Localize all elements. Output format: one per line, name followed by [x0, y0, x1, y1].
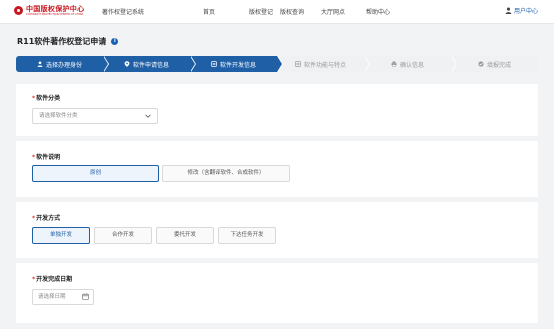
page-title-row: R11软件著作权登记申请 i — [17, 36, 119, 47]
option-assigned-task-dev[interactable]: 下达任务开发 — [218, 227, 276, 244]
option-independent-dev[interactable]: 单独开发 — [32, 227, 90, 244]
completion-date-input[interactable]: 请选择日期 — [32, 289, 94, 305]
step-label: 软件功能与特点 — [303, 61, 346, 69]
nav-home[interactable]: 首页 — [203, 7, 215, 16]
progress-steps: 选择办理身份 软件申请信息 软件开发信息 软件功能与特点 确认信息 填报完成 — [16, 56, 538, 72]
logo[interactable]: 中国版权保护中心 COPYRIGHT PROTECTION CENTER OF … — [14, 5, 84, 16]
nav-help-center[interactable]: 帮助中心 — [366, 7, 390, 16]
logo-chinese-text: 中国版权保护中心 — [26, 4, 85, 13]
chevron-down-icon — [145, 114, 151, 118]
option-cooperative-dev[interactable]: 合作开发 — [94, 227, 152, 244]
logo-english-text: COPYRIGHT PROTECTION CENTER OF CHINA — [26, 13, 84, 16]
step-label: 选择办理身份 — [45, 61, 82, 69]
step-select-identity[interactable]: 选择办理身份 — [16, 56, 109, 72]
section-completion-date: *开发完成日期 — [16, 263, 538, 323]
logo-emblem-icon — [14, 6, 23, 15]
software-category-placeholder: 请选择软件分类 — [39, 113, 78, 119]
document-icon — [295, 61, 301, 67]
document-icon — [211, 61, 217, 67]
completion-date-placeholder: 请选择日期 — [38, 294, 66, 300]
user-center-link[interactable]: 用户中心 — [505, 6, 538, 15]
option-modified[interactable]: 修改（含翻译软件、合成软件） — [162, 165, 290, 182]
system-name: 著作权登记系统 — [102, 9, 145, 16]
software-category-label: *软件分类 — [32, 95, 61, 102]
user-center-label: 用户中心 — [513, 8, 538, 15]
check-circle-icon — [478, 61, 484, 67]
person-icon — [37, 61, 43, 67]
nav-service-halls[interactable]: 大厅网点 — [321, 7, 345, 16]
page-title: R11软件著作权登记申请 — [17, 37, 107, 46]
calendar-icon — [82, 293, 89, 300]
software-description-label: *软件说明 — [32, 154, 61, 161]
development-method-label: *开发方式 — [32, 215, 61, 222]
software-category-select[interactable]: 请选择软件分类 — [32, 108, 158, 124]
step-label: 填报完成 — [486, 61, 511, 69]
location-icon — [124, 61, 130, 67]
step-software-dev-info[interactable]: 软件开发信息 — [190, 56, 283, 72]
printer-icon — [391, 61, 397, 67]
option-original[interactable]: 原创 — [32, 165, 159, 182]
option-commissioned-dev[interactable]: 委托开发 — [156, 227, 214, 244]
info-icon[interactable]: i — [111, 38, 119, 45]
user-icon — [505, 7, 512, 14]
step-label: 软件开发信息 — [219, 61, 256, 69]
nav-copyright-query[interactable]: 版权查询 — [280, 7, 304, 16]
completion-date-label: *开发完成日期 — [32, 276, 73, 283]
step-software-application-info[interactable]: 软件申请信息 — [103, 56, 196, 72]
step-label: 确认信息 — [399, 61, 424, 69]
step-software-features[interactable]: 软件功能与特点 — [277, 56, 370, 72]
nav-copyright-registration[interactable]: 版权登记 — [249, 7, 273, 16]
step-completed[interactable]: 填报完成 — [451, 56, 538, 72]
step-confirm-info[interactable]: 确认信息 — [364, 56, 457, 72]
step-label: 软件申请信息 — [132, 61, 169, 69]
top-header: 中国版权保护中心 COPYRIGHT PROTECTION CENTER OF … — [0, 0, 554, 24]
